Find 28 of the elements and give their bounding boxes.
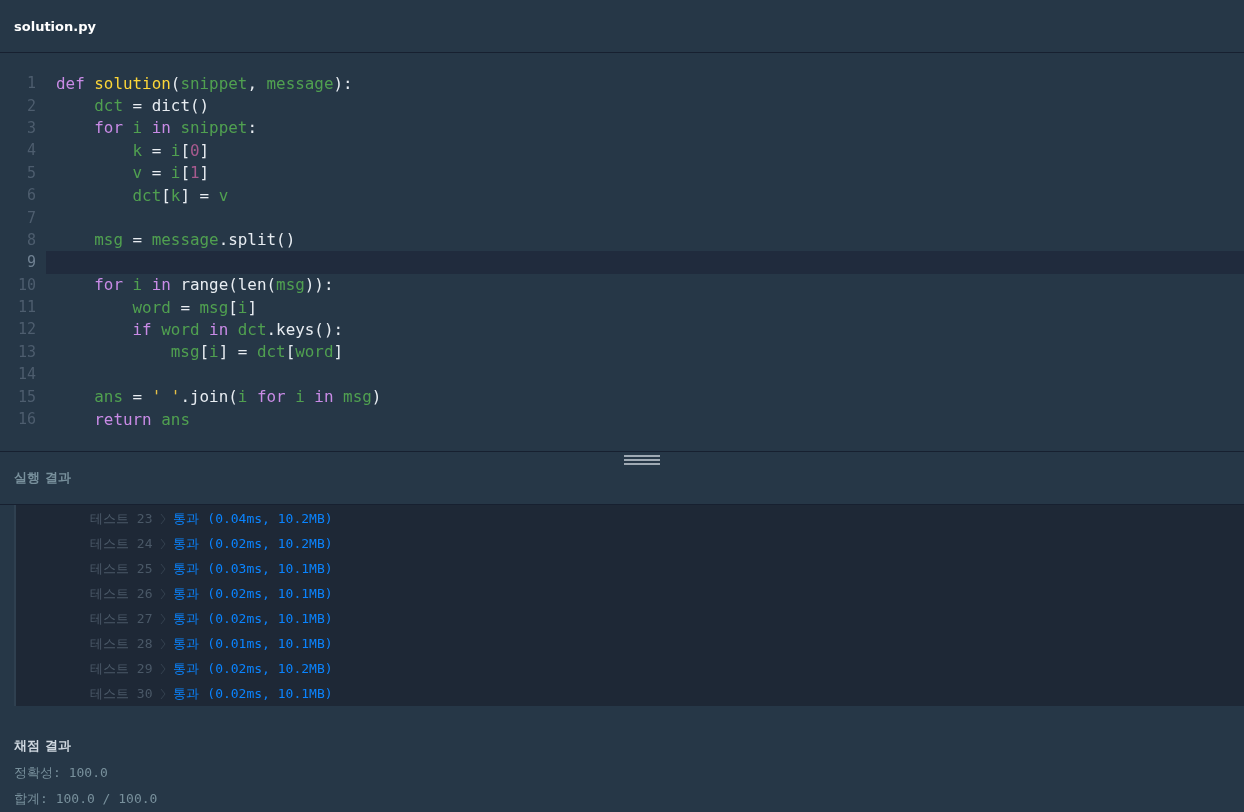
code-line: v = i[1] (131, 163, 210, 183)
accuracy-score: 정확성: 100.0 (14, 764, 109, 782)
code-line: dct = dict() (93, 96, 210, 116)
total-score: 합계: 100.0 / 100.0 (14, 790, 159, 808)
file-name[interactable]: solution.py (14, 18, 96, 34)
code-line: for i in snippet: (93, 118, 257, 138)
line-number: 9 (25, 253, 36, 272)
test-result: 통과 (0.02ms, 10.1MB) (173, 609, 333, 628)
section-title: 채점 결과 (14, 737, 72, 755)
test-result: 통과 (0.03ms, 10.1MB) (173, 559, 333, 578)
test-result: 통과 (0.02ms, 10.2MB) (173, 534, 333, 553)
code-line: k = i[0] (131, 140, 210, 160)
test-result: 통과 (0.02ms, 10.2MB) (173, 659, 333, 678)
code-line: for i in range(len(msg)): (93, 275, 334, 295)
code-line: ans = ' '.join(i for i in msg) (93, 387, 382, 407)
code-line: dct[k] = v (131, 185, 229, 205)
code-line: word = msg[i] (131, 297, 257, 317)
section-title: 실행 결과 (14, 469, 71, 487)
resize-handle-icon[interactable] (624, 455, 660, 465)
test-result: 통과 (0.04ms, 10.2MB) (173, 509, 333, 528)
code-line: def solution(snippet, message): (56, 73, 353, 93)
test-result: 통과 (0.01ms, 10.1MB) (173, 634, 333, 653)
code-line: if word in dct.keys(): (131, 320, 344, 339)
code-line: return ans (93, 409, 190, 429)
code-line: msg = message.split() (93, 230, 296, 250)
code-line: msg[i] = dct[word] (169, 342, 344, 362)
test-result: 통과 (0.02ms, 10.1MB) (173, 684, 333, 703)
test-result: 통과 (0.02ms, 10.1MB) (173, 584, 333, 603)
